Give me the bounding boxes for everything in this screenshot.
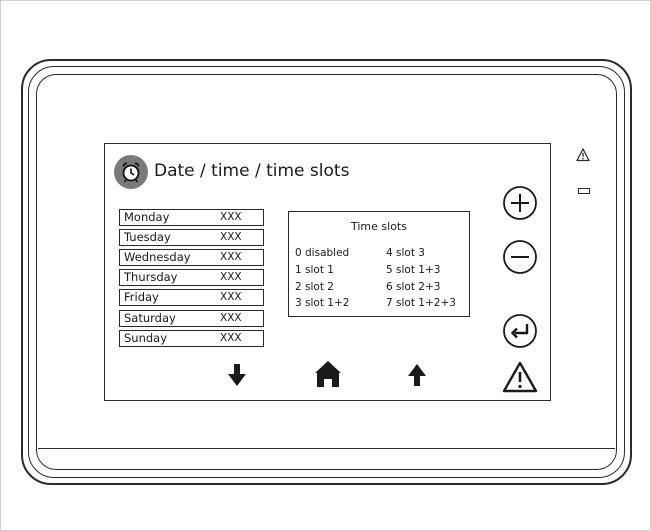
arrow-down-icon[interactable] (226, 362, 248, 388)
day-row-sunday[interactable]: Sunday XXX (119, 330, 264, 347)
arrow-up-icon[interactable] (406, 362, 428, 388)
slot-item: 5 slot 1+3 (386, 264, 441, 276)
page-title: Date / time / time slots (154, 161, 350, 181)
slot-item: 0 disabled (295, 247, 350, 259)
day-row-saturday[interactable]: Saturday XXX (119, 310, 264, 327)
alarm-clock-icon (114, 155, 148, 189)
day-value: XXX (220, 271, 242, 283)
day-name: Friday (124, 290, 159, 304)
day-name: Wednesday (124, 250, 191, 264)
home-icon[interactable] (314, 360, 342, 388)
plus-icon[interactable] (502, 185, 538, 221)
slot-item: 3 slot 1+2 (295, 297, 350, 309)
day-name: Thursday (124, 270, 178, 284)
day-value: XXX (220, 312, 242, 324)
day-name: Saturday (124, 311, 176, 325)
time-slots-title: Time slots (351, 220, 407, 233)
day-row-thursday[interactable]: Thursday XXX (119, 269, 264, 286)
device-warning-icon (576, 148, 590, 162)
day-name: Monday (124, 210, 170, 224)
slot-item: 7 slot 1+2+3 (386, 297, 456, 309)
slot-item: 2 slot 2 (295, 281, 334, 293)
day-value: XXX (220, 251, 242, 263)
slot-item: 4 slot 3 (386, 247, 425, 259)
warning-icon[interactable] (502, 361, 538, 393)
enter-icon[interactable] (502, 313, 538, 349)
minus-icon[interactable] (502, 239, 538, 275)
day-value: XXX (220, 211, 242, 223)
day-value: XXX (220, 231, 242, 243)
day-value: XXX (220, 332, 242, 344)
slot-item: 6 slot 2+3 (386, 281, 441, 293)
day-row-tuesday[interactable]: Tuesday XXX (119, 229, 264, 246)
day-value: XXX (220, 291, 242, 303)
day-row-monday[interactable]: Monday XXX (119, 209, 264, 226)
time-slots-legend: Time slots 0 disabled 1 slot 1 2 slot 2 … (288, 211, 470, 317)
day-name: Sunday (124, 331, 168, 345)
slot-item: 1 slot 1 (295, 264, 334, 276)
bezel-divider (38, 448, 615, 449)
day-name: Tuesday (124, 230, 171, 244)
day-row-friday[interactable]: Friday XXX (119, 289, 264, 306)
status-led (578, 188, 590, 194)
day-row-wednesday[interactable]: Wednesday XXX (119, 249, 264, 266)
